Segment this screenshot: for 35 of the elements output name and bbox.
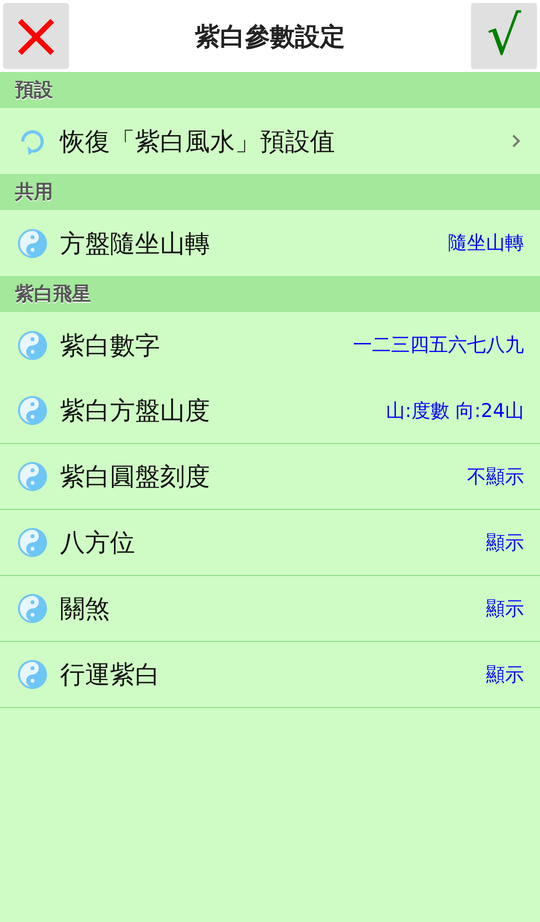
row-value: 一二三四五六七八九 [353,333,524,358]
row-value: 山:度數 向:24山 [386,398,524,424]
settings-row[interactable]: 行運紫白 顯示 [0,642,540,708]
section-header: 共用 [0,174,540,210]
settings-row[interactable]: 關煞 顯示 [0,576,540,642]
yin-yang-icon [17,330,48,360]
yin-yang-icon [17,593,48,624]
yin-yang-icon [17,527,48,558]
row-value: 顯示 [486,596,524,622]
row-label: 方盤隨坐山轉 [60,228,211,260]
row-label: 恢復「紫白風水」預設值 [60,126,336,158]
settings-row[interactable]: 方盤隨坐山轉 隨坐山轉 [0,210,540,276]
row-label: 行運紫白 [60,659,161,691]
yin-yang-icon [17,228,48,258]
row-label: 關煞 [60,593,111,625]
section-header: 預設 [0,72,540,108]
settings-row[interactable]: 紫白圓盤刻度 不顯示 [0,444,540,510]
settings-row[interactable]: 八方位 顯示 [0,510,540,576]
row-label: 紫白方盤山度 [60,395,211,427]
row-value: 顯示 [486,662,524,688]
row-value: 隨坐山轉 [448,231,524,256]
row-label: 紫白圓盤刻度 [60,461,211,493]
row-label: 紫白數字 [60,330,161,362]
row-value: 顯示 [486,530,524,556]
yin-yang-icon [17,659,48,690]
screen-title: 紫白參數設定 [195,20,345,52]
yin-yang-icon [17,395,48,426]
settings-row[interactable]: 紫白數字 一二三四五六七八九 [0,312,540,378]
settings-row[interactable]: 恢復「紫白風水」預設值 [0,108,540,174]
row-label: 八方位 [60,527,136,559]
confirm-button[interactable]: √ [471,3,537,69]
yin-yang-icon [17,461,48,492]
section-header: 紫白飛星 [0,276,540,312]
settings-row[interactable]: 紫白方盤山度 山:度數 向:24山 [0,378,540,444]
row-value: 不顯示 [467,464,524,490]
